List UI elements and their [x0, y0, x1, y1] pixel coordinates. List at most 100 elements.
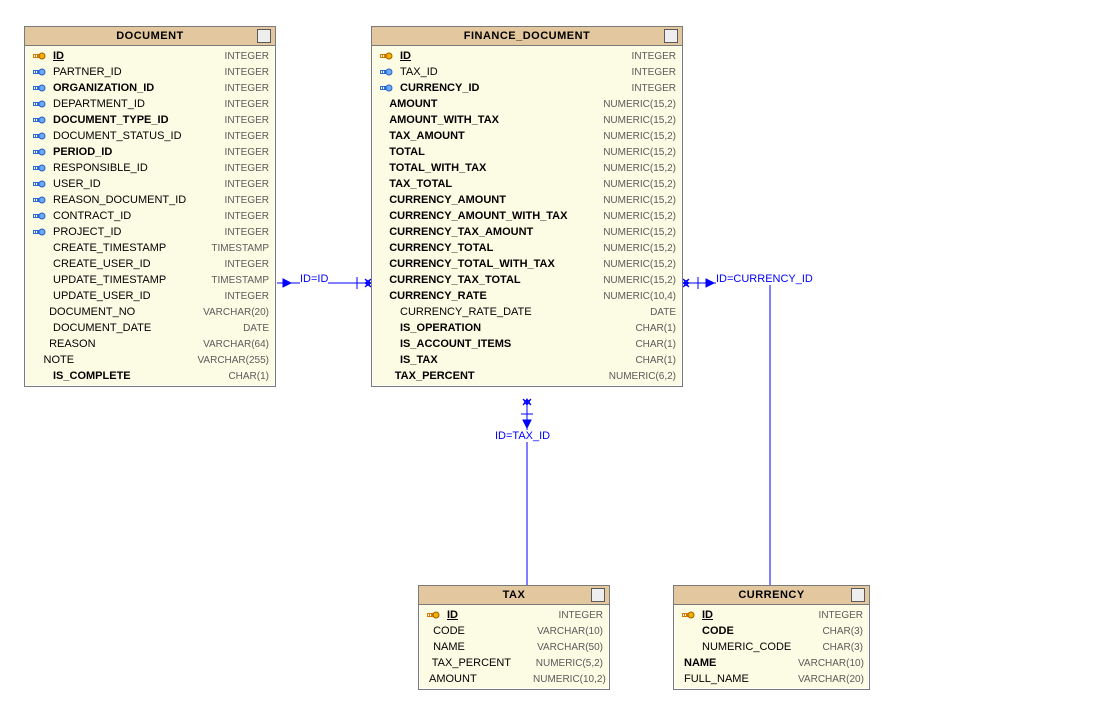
table-currency[interactable]: CURRENCY IDINTEGERCODECHAR(3)NUMERIC_COD…: [673, 585, 870, 690]
column-type: INTEGER: [225, 291, 269, 302]
column-row[interactable]: PERIOD_IDINTEGER: [25, 144, 275, 160]
column-row[interactable]: DOCUMENT_NOVARCHAR(20): [25, 304, 275, 320]
collapse-icon[interactable]: [664, 29, 678, 43]
column-name: TAX_PERCENT: [432, 657, 532, 669]
column-row[interactable]: IS_TAXCHAR(1): [372, 352, 682, 368]
table-header-finance-document[interactable]: FINANCE_DOCUMENT: [372, 27, 682, 46]
column-row[interactable]: CONTRACT_IDINTEGER: [25, 208, 275, 224]
column-name: NUMERIC_CODE: [702, 641, 812, 653]
column-row[interactable]: CURRENCY_TAX_TOTALNUMERIC(15,2): [372, 272, 682, 288]
table-header-currency[interactable]: CURRENCY: [674, 586, 869, 605]
column-row[interactable]: UPDATE_USER_ID INTEGER: [25, 288, 275, 304]
column-row[interactable]: CURRENCY_IDINTEGER: [372, 80, 682, 96]
fk-key-icon: [31, 66, 49, 78]
column-row[interactable]: TAX_PERCENTNUMERIC(5,2): [419, 655, 609, 671]
column-row[interactable]: PARTNER_IDINTEGER: [25, 64, 275, 80]
column-type: VARCHAR(64): [203, 339, 269, 350]
column-type: TIMESTAMP: [211, 275, 269, 286]
table-header-document[interactable]: DOCUMENT: [25, 27, 275, 46]
table-finance-document[interactable]: FINANCE_DOCUMENT IDINTEGERTAX_IDINTEGERC…: [371, 26, 683, 387]
column-row[interactable]: USER_IDINTEGER: [25, 176, 275, 192]
column-row[interactable]: TOTALNUMERIC(15,2): [372, 144, 682, 160]
column-row[interactable]: CREATE_TIMESTAMP TIMESTAMP: [25, 240, 275, 256]
collapse-icon[interactable]: [591, 588, 605, 602]
column-row[interactable]: TAX_AMOUNTNUMERIC(15,2): [372, 128, 682, 144]
column-row[interactable]: NUMERIC_CODECHAR(3): [674, 639, 869, 655]
column-row[interactable]: RESPONSIBLE_IDINTEGER: [25, 160, 275, 176]
column-row[interactable]: REASON_DOCUMENT_IDINTEGER: [25, 192, 275, 208]
table-title: DOCUMENT: [116, 30, 184, 42]
column-name: TAX_AMOUNT: [389, 130, 599, 142]
column-name: CURRENCY_AMOUNT_WITH_TAX: [389, 210, 599, 222]
column-row[interactable]: DOCUMENT_STATUS_IDINTEGER: [25, 128, 275, 144]
column-row[interactable]: ORGANIZATION_IDINTEGER: [25, 80, 275, 96]
column-name: ID: [400, 50, 610, 62]
column-name: ORGANIZATION_ID: [53, 82, 203, 94]
column-name: TAX_TOTAL: [389, 178, 599, 190]
fk-key-icon: [31, 114, 49, 126]
column-row[interactable]: CURRENCY_TAX_AMOUNT NUMERIC(15,2): [372, 224, 682, 240]
column-row[interactable]: CREATE_USER_IDINTEGER: [25, 256, 275, 272]
column-row[interactable]: AMOUNTNUMERIC(10,2): [419, 671, 609, 687]
table-rows-tax: IDINTEGERCODEVARCHAR(10)NAMEVARCHAR(50)T…: [419, 605, 609, 689]
column-row[interactable]: DOCUMENT_TYPE_IDINTEGER: [25, 112, 275, 128]
collapse-icon[interactable]: [851, 588, 865, 602]
column-row[interactable]: REASONVARCHAR(64): [25, 336, 275, 352]
column-row[interactable]: IS_COMPLETECHAR(1): [25, 368, 275, 384]
column-type: NUMERIC(15,2): [603, 99, 676, 110]
column-row[interactable]: IDINTEGER: [372, 48, 682, 64]
column-row[interactable]: CODEVARCHAR(10): [419, 623, 609, 639]
column-name: TAX_PERCENT: [395, 370, 605, 382]
column-row[interactable]: IDINTEGER: [419, 607, 609, 623]
column-row[interactable]: IDINTEGER: [674, 607, 869, 623]
column-name: CURRENCY_RATE_DATE: [400, 306, 610, 318]
column-name: IS_TAX: [400, 354, 610, 366]
column-type: TIMESTAMP: [211, 243, 269, 254]
column-name: IS_ACCOUNT_ITEMS: [400, 338, 610, 350]
column-row[interactable]: CURRENCY_AMOUNTNUMERIC(15,2): [372, 192, 682, 208]
column-row[interactable]: TAX_PERCENTNUMERIC(6,2): [372, 368, 682, 384]
collapse-icon[interactable]: [257, 29, 271, 43]
column-name: UPDATE_USER_ID: [53, 290, 203, 302]
column-type: NUMERIC(15,2): [603, 227, 676, 238]
table-rows-finance-document: IDINTEGERTAX_IDINTEGERCURRENCY_IDINTEGER…: [372, 46, 682, 386]
column-row[interactable]: CODECHAR(3): [674, 623, 869, 639]
column-name: IS_OPERATION: [400, 322, 610, 334]
column-row[interactable]: NOTEVARCHAR(255): [25, 352, 275, 368]
column-row[interactable]: NAMEVARCHAR(50): [419, 639, 609, 655]
column-type: INTEGER: [225, 195, 269, 206]
column-row[interactable]: IS_OPERATIONCHAR(1): [372, 320, 682, 336]
table-document[interactable]: DOCUMENT IDINTEGERPARTNER_IDINTEGERORGAN…: [24, 26, 276, 387]
column-row[interactable]: TAX_IDINTEGER: [372, 64, 682, 80]
column-row[interactable]: AMOUNTNUMERIC(15,2): [372, 96, 682, 112]
column-name: CREATE_TIMESTAMP: [53, 242, 203, 254]
fk-key-icon: [31, 210, 49, 222]
table-tax[interactable]: TAX IDINTEGERCODEVARCHAR(10)NAMEVARCHAR(…: [418, 585, 610, 690]
column-row[interactable]: FULL_NAMEVARCHAR(20): [674, 671, 869, 687]
column-name: AMOUNT: [429, 673, 529, 685]
column-row[interactable]: NAMEVARCHAR(10): [674, 655, 869, 671]
column-name: CREATE_USER_ID: [53, 258, 203, 270]
column-row[interactable]: DOCUMENT_DATEDATE: [25, 320, 275, 336]
column-row[interactable]: IDINTEGER: [25, 48, 275, 64]
column-row[interactable]: CURRENCY_TOTALNUMERIC(15,2): [372, 240, 682, 256]
column-name: CURRENCY_ID: [400, 82, 610, 94]
table-header-tax[interactable]: TAX: [419, 586, 609, 605]
column-row[interactable]: TAX_TOTAL NUMERIC(15,2): [372, 176, 682, 192]
column-name: CURRENCY_TAX_AMOUNT: [389, 226, 599, 238]
column-row[interactable]: CURRENCY_TOTAL_WITH_TAXNUMERIC(15,2): [372, 256, 682, 272]
column-row[interactable]: PROJECT_IDINTEGER: [25, 224, 275, 240]
column-type: NUMERIC(15,2): [603, 179, 676, 190]
column-name: CODE: [433, 625, 533, 637]
column-row[interactable]: CURRENCY_RATENUMERIC(10,4): [372, 288, 682, 304]
column-name: CURRENCY_TOTAL_WITH_TAX: [389, 258, 599, 270]
column-type: INTEGER: [225, 115, 269, 126]
column-type: INTEGER: [632, 67, 676, 78]
column-row[interactable]: AMOUNT_WITH_TAXNUMERIC(15,2): [372, 112, 682, 128]
column-row[interactable]: CURRENCY_AMOUNT_WITH_TAXNUMERIC(15,2): [372, 208, 682, 224]
column-row[interactable]: TOTAL_WITH_TAXNUMERIC(15,2): [372, 160, 682, 176]
column-row[interactable]: UPDATE_TIMESTAMPTIMESTAMP: [25, 272, 275, 288]
column-row[interactable]: DEPARTMENT_IDINTEGER: [25, 96, 275, 112]
column-row[interactable]: CURRENCY_RATE_DATEDATE: [372, 304, 682, 320]
column-row[interactable]: IS_ACCOUNT_ITEMSCHAR(1): [372, 336, 682, 352]
